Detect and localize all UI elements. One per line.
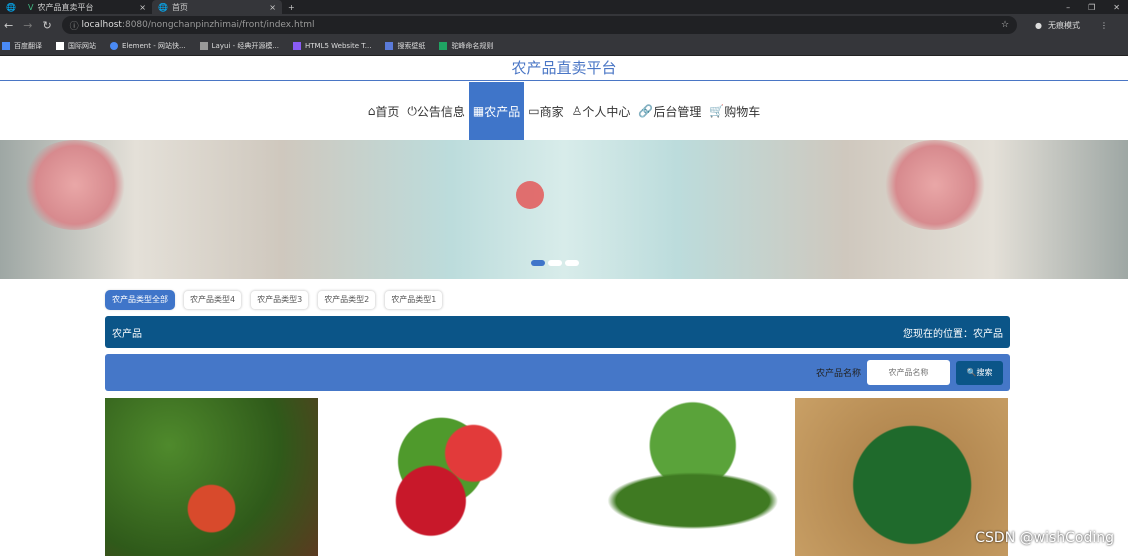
bookmark[interactable]: HTML5 Website T... (293, 41, 371, 50)
nav-cart[interactable]: 🛒 购物车 (705, 82, 764, 140)
site-title: 农产品直卖平台 (0, 56, 1128, 81)
nav-label: 公告信息 (416, 104, 465, 119)
category-all[interactable]: 农产品类型全部 (105, 290, 175, 310)
bookmark[interactable]: 驼峰命名规则 (439, 41, 493, 51)
product-image-strawberry[interactable] (335, 398, 548, 556)
reload-icon[interactable]: ↻ (42, 19, 51, 32)
tab-title: 首页 (171, 2, 188, 12)
nav-label: 购物车 (724, 104, 761, 119)
new-tab-button[interactable]: + (282, 0, 301, 14)
product-image-cucumber[interactable] (565, 398, 778, 556)
search-label: 农产品名称 (815, 369, 861, 379)
power-icon: ⏻ (407, 103, 417, 118)
store-icon: ▭ (528, 104, 540, 118)
nav-label: 后台管理 (653, 104, 702, 119)
minimize-icon[interactable]: – (1066, 3, 1070, 12)
user-icon: ♙ (571, 104, 583, 118)
nav-label: 农产品 (484, 104, 521, 119)
watermark: CSDN @wishCoding (975, 530, 1114, 546)
breadcrumb: 农产品 您现在的位置：农产品 (105, 316, 1010, 348)
category-1[interactable]: 农产品类型1 (384, 290, 444, 310)
incognito-icon: ● (1035, 20, 1042, 30)
address-bar-row: ← → ↻ ⓘ localhost:8080/nongchanpinzhimai/f… (0, 14, 1128, 36)
carousel-dot[interactable] (548, 260, 562, 266)
nav-announcements[interactable]: ⏻ 公告信息 (403, 82, 469, 140)
category-4[interactable]: 农产品类型4 (183, 290, 243, 310)
bookmark[interactable]: 百度翻译 (2, 41, 42, 51)
forward-icon[interactable]: → (23, 19, 32, 32)
bookmark[interactable]: 搜索壁纸 (385, 41, 425, 51)
url-host: localhost (81, 20, 122, 30)
nav-merchants[interactable]: ▭ 商家 (524, 82, 567, 140)
search-bar: 农产品名称 🔍搜索 (105, 354, 1010, 391)
nav-label: 首页 (375, 104, 400, 119)
nav-admin[interactable]: 🔗 后台管理 (634, 82, 705, 140)
profile-button[interactable]: ● 无痕模式 ⋮ (1035, 20, 1108, 31)
search-button-label: 搜索 (976, 368, 993, 377)
nav-profile[interactable]: ♙ 个人中心 (568, 82, 635, 140)
cart-icon: 🛒 (709, 104, 725, 118)
tab-icon[interactable]: 🌐 (0, 0, 22, 14)
banner-image (20, 140, 130, 230)
restore-icon[interactable]: ❐ (1088, 3, 1095, 12)
link-icon: 🔗 (638, 104, 654, 118)
url-path: :8080/nongchanpinzhimai/front/index.html (121, 20, 315, 30)
browser-tab-active[interactable]: 🌐 首页 × (151, 0, 282, 14)
location-text: 您现在的位置：农产品 (903, 328, 1003, 340)
browser-tab[interactable]: V 农产品直卖平台 × (22, 0, 152, 14)
category-2[interactable]: 农产品类型2 (317, 290, 377, 310)
product-image-vegetables[interactable] (105, 398, 318, 556)
search-icon: 🔍 (966, 368, 977, 377)
nav-products[interactable]: ▦ 农产品 (468, 82, 525, 140)
search-button[interactable]: 🔍搜索 (956, 360, 1003, 385)
close-window-icon[interactable]: ✕ (1113, 3, 1120, 12)
tab-title: 农产品直卖平台 (37, 2, 94, 12)
menu-icon[interactable]: ⋮ (1100, 21, 1108, 30)
bookmark[interactable]: 国际网站 (56, 41, 96, 51)
carousel-dot[interactable] (565, 260, 579, 266)
profile-label: 无痕模式 (1048, 20, 1080, 30)
nav-home[interactable]: ⌂ 首页 (364, 82, 404, 140)
section-title: 农产品 (112, 328, 142, 340)
mouse-cursor-highlight (516, 181, 544, 209)
banner-image (880, 140, 990, 230)
category-filter: 农产品类型全部 农产品类型4 农产品类型3 农产品类型2 农产品类型1 (105, 290, 444, 310)
grid-icon: ▦ (472, 104, 485, 118)
bookmark[interactable]: Element - 网站快... (110, 41, 186, 51)
nav-label: 个人中心 (582, 104, 631, 119)
carousel-dot[interactable] (531, 260, 545, 266)
vue-icon: V (27, 2, 34, 12)
product-grid (105, 398, 1008, 556)
search-input[interactable] (867, 360, 950, 385)
star-icon[interactable]: ☆ (1001, 20, 1009, 30)
globe-icon: 🌐 (157, 2, 168, 12)
close-icon[interactable]: × (269, 3, 276, 12)
browser-tab-bar: 🌐 V 农产品直卖平台 × 🌐 首页 × + – ❐ ✕ (0, 0, 1128, 14)
category-3[interactable]: 农产品类型3 (250, 290, 310, 310)
close-icon[interactable]: × (139, 3, 146, 12)
url-input[interactable]: ⓘ localhost:8080/nongchanpinzhimai/front… (61, 16, 1018, 34)
nav-label: 商家 (539, 104, 564, 119)
bookmarks-bar: 百度翻译 国际网站 Element - 网站快... Layui - 经典开源模… (0, 36, 1128, 56)
home-icon: ⌂ (367, 104, 376, 118)
main-nav: ⌂ 首页 ⏻ 公告信息 ▦ 农产品 ▭ 商家 ♙ 个人中心 🔗 后台管理 🛒 购物车 (0, 82, 1128, 140)
back-icon[interactable]: ← (4, 19, 13, 32)
banner-carousel[interactable] (0, 140, 1128, 279)
bookmark[interactable]: Layui - 经典开源模... (199, 41, 279, 51)
